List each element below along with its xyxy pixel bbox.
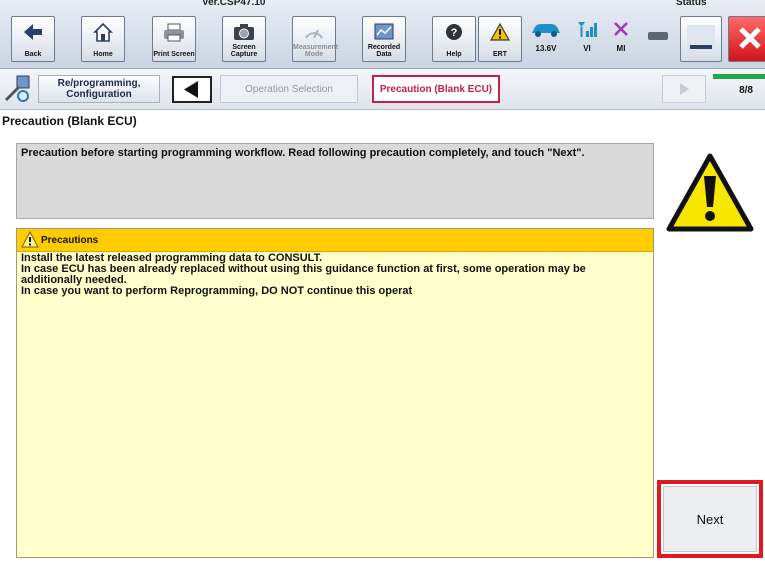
toolbar: Ver.CSP47.10 Status Back Home Print Scre… bbox=[0, 0, 765, 69]
caution-icon bbox=[21, 231, 39, 248]
back-triangle-icon bbox=[184, 81, 198, 98]
progress-indicator: 8/8 bbox=[713, 74, 765, 104]
disconnected-icon bbox=[614, 22, 628, 36]
print-screen-label: Print Screen bbox=[153, 51, 195, 58]
svg-text:?: ? bbox=[451, 27, 458, 39]
precautions-body: Install the latest released programming … bbox=[17, 252, 653, 298]
help-icon: ? bbox=[446, 24, 462, 40]
forward-button[interactable] bbox=[662, 75, 706, 103]
minimize-icon bbox=[687, 25, 715, 53]
crumb-precaution-label: Precaution (Blank ECU) bbox=[379, 83, 493, 95]
crumb-reprogramming[interactable]: Re/programming, Configuration bbox=[38, 75, 160, 103]
reprogramming-icon bbox=[4, 75, 30, 102]
voltage-value: 13.6V bbox=[535, 44, 557, 53]
camera-icon bbox=[234, 24, 254, 40]
measurement-mode-button[interactable]: Measurement Mode bbox=[292, 16, 339, 62]
crumb-reprogramming-label: Re/programming, Configuration bbox=[57, 78, 141, 100]
instruction-text: Precaution before starting programming w… bbox=[21, 147, 585, 159]
home-label: Home bbox=[93, 51, 113, 58]
warning-icon bbox=[489, 22, 511, 41]
next-label: Next bbox=[696, 511, 724, 527]
back-button[interactable]: Back bbox=[11, 16, 55, 62]
help-button[interactable]: ? Help bbox=[432, 16, 476, 62]
back-step-button[interactable] bbox=[172, 76, 212, 103]
signal-icon bbox=[578, 22, 597, 37]
measurement-mode-label: Measurement Mode bbox=[293, 44, 339, 58]
precautions-panel: Precautions Install the latest released … bbox=[16, 228, 654, 558]
vi-status: VI bbox=[572, 20, 602, 53]
progress-bar bbox=[713, 74, 765, 79]
breadcrumb: Re/programming, Configuration Operation … bbox=[0, 69, 765, 110]
printer-icon bbox=[164, 23, 184, 42]
device-icon bbox=[648, 32, 668, 40]
battery-status: 13.6V bbox=[526, 20, 566, 53]
screen-capture-label: Screen Capture bbox=[230, 44, 258, 58]
back-arrow-icon bbox=[24, 24, 42, 40]
next-button-face[interactable]: Next bbox=[663, 486, 757, 552]
screen-toggle-button[interactable] bbox=[680, 16, 722, 62]
vi-label: VI bbox=[583, 44, 591, 53]
device-status bbox=[646, 28, 670, 46]
recorded-data-button[interactable]: Recorded Data bbox=[362, 16, 406, 62]
version-label: Ver.CSP47.10 bbox=[202, 0, 266, 8]
home-icon bbox=[93, 22, 113, 42]
large-warning-icon bbox=[666, 153, 754, 232]
help-label: Help bbox=[446, 51, 462, 58]
ert-button[interactable]: ERT bbox=[478, 16, 522, 62]
instruction-message: Precaution before starting programming w… bbox=[16, 143, 654, 219]
crumb-precaution[interactable]: Precaution (Blank ECU) bbox=[372, 75, 500, 103]
status-label: Status bbox=[676, 0, 707, 8]
ert-label: ERT bbox=[493, 51, 507, 58]
precautions-title: Precautions bbox=[41, 235, 99, 246]
precaution-line: In case ECU has been already replaced wi… bbox=[21, 263, 586, 286]
crumb-operation-selection-label: Operation Selection bbox=[245, 83, 333, 95]
crumb-operation-selection[interactable]: Operation Selection bbox=[220, 75, 358, 103]
page-title: Precaution (Blank ECU) bbox=[2, 114, 137, 128]
precaution-line: In case you want to perform Reprogrammin… bbox=[21, 285, 413, 297]
mi-status: MI bbox=[608, 20, 634, 53]
print-screen-button[interactable]: Print Screen bbox=[152, 16, 196, 62]
measurement-icon bbox=[305, 29, 323, 39]
back-label: Back bbox=[24, 51, 42, 58]
close-icon bbox=[739, 27, 761, 49]
recorded-data-icon bbox=[374, 23, 394, 40]
precautions-header: Precautions bbox=[17, 229, 653, 252]
close-button[interactable] bbox=[728, 16, 765, 62]
progress-text: 8/8 bbox=[739, 85, 753, 96]
recorded-data-label: Recorded Data bbox=[367, 44, 401, 58]
forward-arrow-icon bbox=[680, 83, 689, 95]
home-button[interactable]: Home bbox=[81, 16, 125, 62]
screen-capture-button[interactable]: Screen Capture bbox=[222, 16, 266, 62]
car-icon bbox=[532, 24, 560, 37]
next-button[interactable]: Next bbox=[657, 480, 763, 558]
mi-label: MI bbox=[616, 44, 626, 53]
